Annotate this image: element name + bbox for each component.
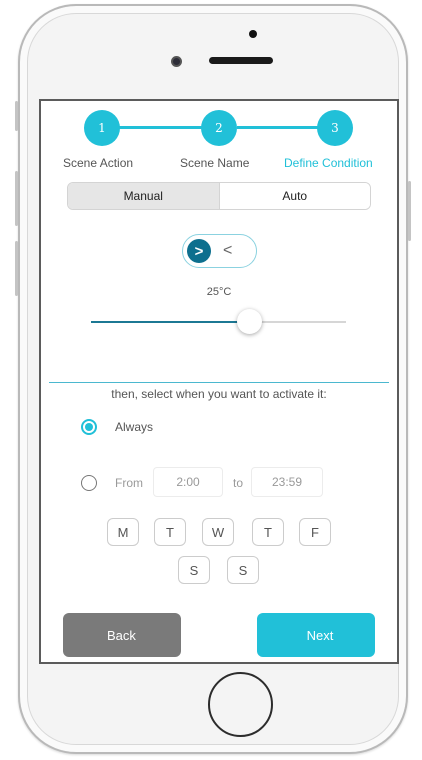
sensor-dot — [249, 30, 257, 38]
day-wednesday-button[interactable]: W — [202, 518, 234, 546]
auto-mode-button[interactable]: Auto — [218, 183, 370, 209]
activation-instruction: then, select when you want to activate i… — [111, 387, 327, 401]
step-2-label: Scene Name — [180, 156, 250, 170]
comparator-toggle[interactable]: > < — [182, 234, 257, 268]
mute-switch — [15, 101, 18, 131]
volume-up-button — [15, 171, 18, 226]
from-radio[interactable] — [81, 475, 97, 491]
volume-down-button — [15, 241, 18, 296]
always-radio[interactable] — [81, 419, 97, 435]
to-time-input[interactable]: 23:59 — [251, 467, 323, 497]
day-tuesday-button[interactable]: T — [154, 518, 186, 546]
step-3-circle[interactable]: 3 — [317, 110, 353, 146]
from-time-input[interactable]: 2:00 — [153, 467, 223, 497]
to-label: to — [233, 476, 244, 490]
back-button[interactable]: Back — [63, 613, 181, 657]
step-2-circle[interactable]: 2 — [201, 110, 237, 146]
power-button — [408, 181, 411, 241]
step-3-label: Define Condition — [284, 156, 373, 170]
manual-mode-button[interactable]: Manual — [68, 183, 219, 209]
slider-fill — [91, 321, 250, 323]
home-button[interactable] — [208, 672, 273, 737]
from-label: From — [115, 476, 143, 490]
always-label: Always — [115, 420, 154, 434]
next-button[interactable]: Next — [257, 613, 375, 657]
day-sunday-button[interactable]: S — [227, 556, 259, 584]
day-friday-button[interactable]: F — [299, 518, 331, 546]
app-screen: 1 2 3 Scene Action Scene Name Define Con… — [39, 99, 399, 664]
temperature-label: 25°C — [206, 286, 232, 298]
section-divider — [49, 382, 389, 383]
greater-than-button[interactable]: > — [187, 239, 211, 263]
day-thursday-button[interactable]: T — [252, 518, 284, 546]
day-saturday-button[interactable]: S — [178, 556, 210, 584]
slider-thumb[interactable] — [237, 309, 263, 334]
mode-toggle: Manual Auto — [67, 182, 371, 210]
front-camera — [171, 56, 182, 67]
earpiece-speaker — [209, 57, 273, 64]
temperature-slider[interactable] — [91, 309, 346, 334]
less-than-button[interactable]: < — [223, 242, 232, 260]
day-monday-button[interactable]: M — [107, 518, 139, 546]
step-1-circle[interactable]: 1 — [84, 110, 120, 146]
step-1-label: Scene Action — [63, 156, 134, 170]
